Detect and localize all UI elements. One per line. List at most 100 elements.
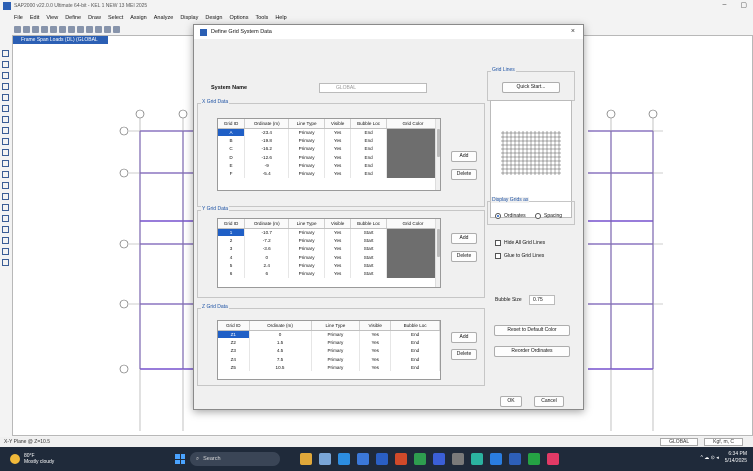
line-type-cell[interactable]: Primary — [288, 236, 325, 245]
quick-start-button[interactable]: Quick Start... — [502, 82, 560, 93]
glue-checkbox[interactable] — [495, 253, 501, 259]
grid-color-cell[interactable] — [386, 244, 440, 253]
z-grid-table[interactable]: Grid ID Ordinate (m) Line Type Visible B… — [217, 320, 441, 380]
bubble-loc-cell[interactable]: End — [350, 169, 387, 178]
chrome-icon[interactable] — [395, 453, 407, 465]
select-previous-icon[interactable] — [2, 171, 9, 178]
line-type-cell[interactable]: Primary — [311, 354, 361, 364]
line-type-cell[interactable]: Primary — [311, 346, 361, 355]
x-grid-table[interactable]: Grid ID Ordinate (m) Line Type Visible B… — [217, 118, 441, 191]
print-icon[interactable] — [41, 25, 48, 33]
table-row[interactable]: C -16.2 Primary Yes End — [218, 144, 440, 153]
line-type-cell[interactable]: Primary — [311, 330, 361, 339]
bubble-loc-cell[interactable]: End — [390, 354, 440, 364]
ordinate-cell[interactable]: -7.2 — [244, 236, 290, 245]
bubble-loc-cell[interactable]: Start — [350, 269, 387, 278]
grid-id-cell[interactable]: 2 — [218, 236, 246, 245]
run-analysis-icon[interactable] — [86, 25, 93, 33]
ordinate-cell[interactable]: 10.5 — [249, 363, 312, 372]
teams-icon[interactable] — [471, 453, 483, 465]
grid-color-cell[interactable] — [386, 269, 440, 278]
grid-id-cell[interactable]: 3 — [218, 244, 246, 253]
word-icon[interactable] — [376, 453, 388, 465]
visible-cell[interactable]: Yes — [324, 252, 352, 262]
save-icon[interactable] — [32, 25, 39, 33]
system-name-field[interactable]: GLOBAL — [319, 83, 427, 93]
units-select[interactable]: Kgf, m, C — [704, 438, 743, 446]
ordinate-cell[interactable]: 4.5 — [249, 346, 312, 355]
ordinate-cell[interactable]: -16.2 — [244, 144, 290, 153]
widgets-icon[interactable] — [300, 453, 312, 465]
pencil-icon[interactable] — [68, 25, 75, 33]
grid-id-cell[interactable]: C — [218, 144, 246, 153]
grid-id-cell[interactable]: Z1 — [218, 330, 250, 339]
menu-options[interactable]: Options — [230, 15, 249, 21]
x-grid-delete-button[interactable]: Delete — [451, 169, 477, 180]
table-row[interactable]: Z2 1.5 Primary Yes End — [218, 338, 440, 347]
bubble-loc-cell[interactable]: End — [390, 346, 440, 355]
undo-icon[interactable] — [50, 25, 57, 33]
edge-icon[interactable] — [338, 453, 350, 465]
draw-joint-icon[interactable] — [2, 72, 9, 79]
menu-select[interactable]: Select — [108, 15, 123, 21]
x-header-visible[interactable]: Visible — [324, 119, 352, 129]
ordinate-cell[interactable]: -12.6 — [244, 152, 290, 162]
table-row[interactable]: Z4 7.5 Primary Yes End — [218, 354, 440, 364]
whatsapp-icon[interactable] — [528, 453, 540, 465]
ordinate-cell[interactable]: -10.7 — [244, 228, 290, 237]
table-row[interactable]: 5 2.4 Primary Yes Start — [218, 261, 440, 270]
ordinate-cell[interactable]: 1.5 — [249, 338, 312, 347]
close-icon[interactable]: × — [571, 28, 575, 35]
grid-id-cell[interactable]: Z2 — [218, 338, 250, 347]
visible-cell[interactable]: Yes — [324, 128, 352, 137]
z-header-visible[interactable]: Visible — [359, 321, 392, 331]
ordinate-cell[interactable]: -5.4 — [244, 169, 290, 178]
grid-id-cell[interactable]: Z5 — [218, 363, 250, 372]
grid-id-cell[interactable]: D — [218, 152, 246, 162]
y-grid-scrollbar[interactable] — [435, 219, 440, 287]
visible-cell[interactable]: Yes — [359, 363, 392, 372]
sap2000-taskbar-icon[interactable] — [433, 453, 445, 465]
snap-points-icon[interactable] — [2, 204, 9, 211]
visible-cell[interactable]: Yes — [324, 152, 352, 162]
ok-button[interactable]: OK — [500, 396, 522, 407]
menu-edit[interactable]: Edit — [30, 15, 39, 21]
outlook-icon[interactable] — [509, 453, 521, 465]
photos-icon[interactable] — [452, 453, 464, 465]
ordinate-cell[interactable]: 2.4 — [244, 261, 290, 270]
tray-icons[interactable]: ^ ☁ ⊙ ◂ — [701, 455, 719, 462]
bubble-loc-cell[interactable]: Start — [350, 228, 387, 237]
snap-perpendicular-icon[interactable] — [2, 237, 9, 244]
table-row[interactable]: F -5.4 Primary Yes End — [218, 169, 440, 178]
grid-id-cell[interactable]: A — [218, 128, 246, 137]
bubble-loc-cell[interactable]: End — [350, 161, 387, 170]
grid-id-cell[interactable]: B — [218, 136, 246, 145]
telegram-icon[interactable] — [490, 453, 502, 465]
z-grid-delete-button[interactable]: Delete — [451, 349, 477, 360]
z-header-ordinate[interactable]: Ordinate (m) — [249, 321, 312, 331]
ordinates-radio[interactable] — [495, 213, 501, 219]
table-row[interactable]: B -19.8 Primary Yes End — [218, 136, 440, 145]
dialog-titlebar[interactable]: Define Grid System Data — [194, 25, 583, 39]
coord-system-select[interactable]: GLOBAL — [660, 438, 699, 446]
ordinate-cell[interactable]: -3.6 — [244, 244, 290, 253]
grid-id-cell[interactable]: Z3 — [218, 346, 250, 355]
table-row[interactable]: 3 -3.6 Primary Yes Start — [218, 244, 440, 253]
visible-cell[interactable]: Yes — [359, 338, 392, 347]
menu-analyze[interactable]: Analyze — [154, 15, 174, 21]
ordinate-cell[interactable]: -9 — [244, 161, 290, 170]
line-type-cell[interactable]: Primary — [288, 136, 325, 145]
y-grid-delete-button[interactable]: Delete — [451, 251, 477, 262]
reshape-icon[interactable] — [2, 61, 9, 68]
ordinate-cell[interactable]: 7.5 — [249, 354, 312, 364]
ordinate-cell[interactable]: 0 — [249, 330, 312, 339]
line-type-cell[interactable]: Primary — [288, 161, 325, 170]
snap-grid-icon[interactable] — [2, 259, 9, 266]
draw-solid-icon[interactable] — [2, 149, 9, 156]
visible-cell[interactable]: Yes — [359, 346, 392, 355]
weather-widget[interactable]: 80°F Mostly cloudy — [10, 453, 54, 465]
menu-help[interactable]: Help — [275, 15, 286, 21]
x-header-bubble-loc[interactable]: Bubble Loc — [350, 119, 387, 129]
file-explorer-icon[interactable] — [319, 453, 331, 465]
line-type-cell[interactable]: Primary — [288, 228, 325, 237]
